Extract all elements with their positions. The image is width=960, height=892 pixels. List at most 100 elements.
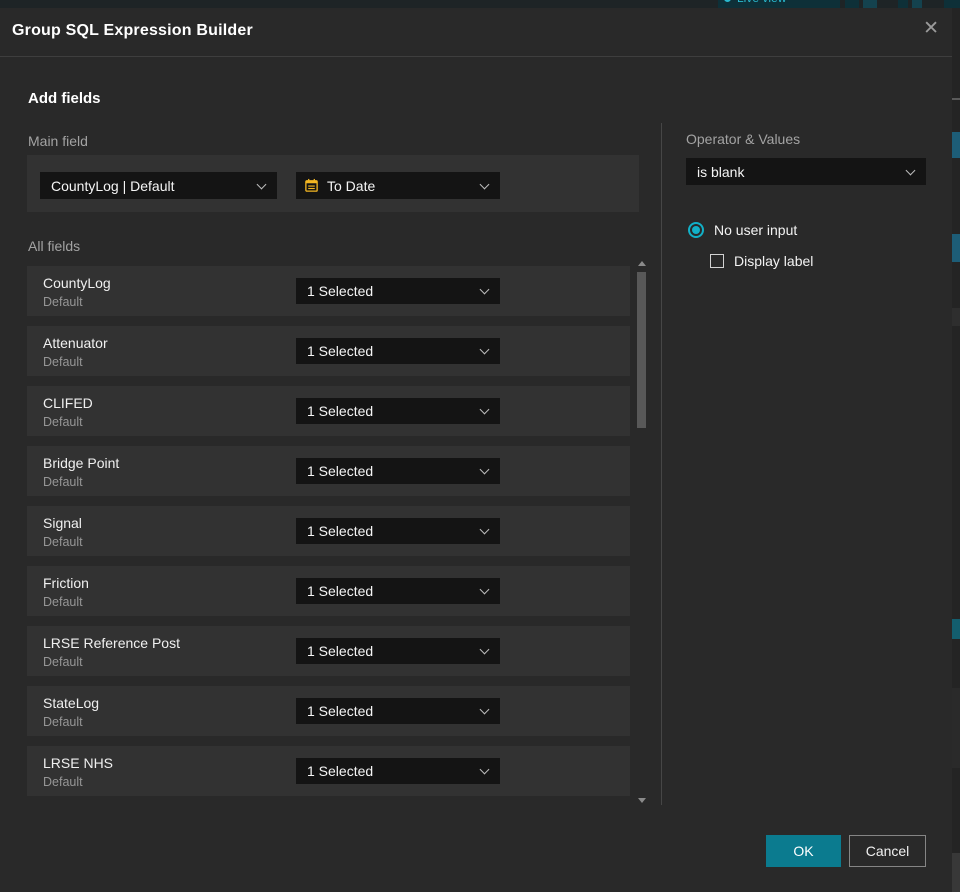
field-subtitle: Default — [43, 775, 83, 789]
field-name: CLIFED — [43, 395, 93, 411]
field-name: Attenuator — [43, 335, 108, 351]
chevron-down-icon — [479, 644, 490, 655]
values-selected-dropdown-value: 1 Selected — [307, 643, 374, 659]
operator-dropdown-value: is blank — [697, 163, 745, 180]
chevron-down-icon — [479, 524, 490, 535]
operator-dropdown[interactable]: is blank — [686, 158, 926, 185]
values-selected-dropdown-value: 1 Selected — [307, 463, 374, 479]
values-selected-dropdown-value: 1 Selected — [307, 343, 374, 359]
field-subtitle: Default — [43, 355, 83, 369]
field-subtitle: Default — [43, 655, 83, 669]
values-selected-dropdown[interactable]: 1 Selected — [296, 458, 500, 484]
background-app-top-strip: Live view — [0, 0, 960, 8]
display-label-option[interactable]: Display label — [710, 253, 813, 269]
values-selected-dropdown-value: 1 Selected — [307, 763, 374, 779]
field-subtitle: Default — [43, 715, 83, 729]
field-row: Attenuator Default 1 Selected — [27, 326, 630, 376]
chevron-down-icon — [479, 584, 490, 595]
field-name: CountyLog — [43, 275, 111, 291]
calendar-icon — [305, 178, 318, 192]
chevron-down-icon — [479, 404, 490, 415]
field-subtitle: Default — [43, 595, 83, 609]
values-selected-dropdown[interactable]: 1 Selected — [296, 758, 500, 784]
field-name: Signal — [43, 515, 82, 531]
group-sql-expression-builder-dialog: Group SQL Expression Builder ✕ Add field… — [0, 8, 952, 892]
chevron-down-icon — [256, 179, 267, 189]
field-row: LRSE Reference Post Default 1 Selected — [27, 626, 630, 676]
radio-button-icon[interactable] — [688, 222, 704, 238]
field-row: CountyLog Default 1 Selected — [27, 266, 630, 316]
field-info: CLIFED Default — [43, 393, 93, 432]
chevron-down-icon — [479, 464, 490, 475]
chevron-down-icon — [479, 179, 490, 189]
field-subtitle: Default — [43, 295, 83, 309]
values-selected-dropdown[interactable]: 1 Selected — [296, 278, 500, 304]
field-type-dropdown-value: To Date — [327, 177, 376, 194]
values-selected-dropdown-value: 1 Selected — [307, 283, 374, 299]
chevron-down-icon — [479, 764, 490, 775]
scrollbar-down-arrow-icon[interactable] — [638, 798, 646, 803]
background-fragment — [952, 853, 960, 892]
background-app-right-sliver — [952, 8, 960, 892]
scrollbar-up-arrow-icon[interactable] — [638, 261, 646, 266]
field-row: StateLog Default 1 Selected — [27, 686, 630, 736]
operator-values-label: Operator & Values — [686, 131, 801, 147]
field-row: LRSE NHS Default 1 Selected — [27, 746, 630, 796]
main-field-dropdown[interactable]: CountyLog | Default — [40, 172, 277, 199]
values-selected-dropdown-value: 1 Selected — [307, 583, 374, 599]
dialog-header: Group SQL Expression Builder ✕ — [0, 8, 952, 57]
chevron-down-icon — [479, 284, 490, 295]
field-type-dropdown[interactable]: To Date — [296, 172, 500, 199]
field-info: CountyLog Default — [43, 273, 111, 312]
live-view-button[interactable]: Live view — [718, 0, 840, 8]
field-info: LRSE Reference Post Default — [43, 633, 180, 672]
all-fields-list: CountyLog Default 1 Selected Attenuator … — [27, 266, 630, 806]
background-toolbar-fragment — [944, 0, 960, 8]
checkbox-icon[interactable] — [710, 254, 724, 268]
values-selected-dropdown[interactable]: 1 Selected — [296, 398, 500, 424]
chevron-down-icon — [479, 344, 490, 355]
close-icon[interactable]: ✕ — [923, 19, 939, 38]
main-field-label: Main field — [28, 133, 88, 149]
field-row: Signal Default 1 Selected — [27, 506, 630, 556]
values-selected-dropdown-value: 1 Selected — [307, 403, 374, 419]
cancel-button[interactable]: Cancel — [849, 835, 926, 867]
field-info: Friction Default — [43, 573, 89, 612]
field-row: Bridge Point Default 1 Selected — [27, 446, 630, 496]
background-fragment — [952, 234, 960, 262]
scrollbar-thumb[interactable] — [637, 272, 646, 428]
values-selected-dropdown[interactable]: 1 Selected — [296, 698, 500, 724]
live-view-dot-icon — [724, 0, 731, 2]
values-selected-dropdown[interactable]: 1 Selected — [296, 578, 500, 604]
values-selected-dropdown-value: 1 Selected — [307, 523, 374, 539]
dialog-title: Group SQL Expression Builder — [12, 22, 253, 39]
field-name: Bridge Point — [43, 455, 120, 471]
fields-list-scrollbar[interactable] — [637, 258, 647, 808]
chevron-down-icon — [905, 165, 916, 175]
field-row: CLIFED Default 1 Selected — [27, 386, 630, 436]
background-fragment — [952, 308, 960, 326]
ok-button[interactable]: OK — [766, 835, 841, 867]
values-selected-dropdown[interactable]: 1 Selected — [296, 638, 500, 664]
field-name: Friction — [43, 575, 89, 591]
field-name: StateLog — [43, 695, 100, 711]
no-user-input-option[interactable]: No user input — [688, 222, 797, 238]
field-info: Attenuator Default — [43, 333, 108, 372]
field-name: LRSE NHS — [43, 755, 114, 771]
field-info: Bridge Point Default — [43, 453, 119, 492]
main-field-panel: CountyLog | Default To Date — [27, 155, 639, 212]
background-fragment — [952, 132, 960, 158]
no-user-input-label: No user input — [714, 222, 798, 238]
field-name: LRSE Reference Post — [43, 635, 180, 651]
background-toolbar-fragment — [898, 0, 908, 8]
field-info: Signal Default — [43, 513, 83, 552]
display-label-label: Display label — [734, 253, 814, 269]
values-selected-dropdown[interactable]: 1 Selected — [296, 518, 500, 544]
background-toolbar-fragment — [863, 0, 877, 8]
all-fields-label: All fields — [28, 238, 81, 254]
background-fragment — [952, 98, 960, 100]
chevron-down-icon — [479, 704, 490, 715]
live-view-label: Live view — [737, 0, 786, 5]
values-selected-dropdown[interactable]: 1 Selected — [296, 338, 500, 364]
background-fragment — [952, 688, 960, 768]
